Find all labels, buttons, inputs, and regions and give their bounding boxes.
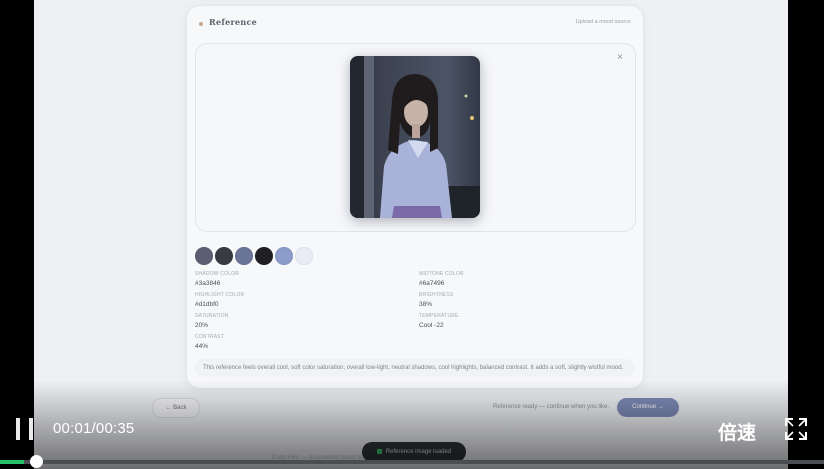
pause-icon[interactable] (16, 418, 38, 440)
card-header: Reference Upload a mood source (199, 17, 631, 31)
check-icon (376, 448, 382, 454)
stat-value: #3a3846 (195, 280, 221, 287)
stat-highlight-color: HIGHLIGHT COLOR #d1dbf0 (195, 292, 244, 308)
playback-time: 00:01/00:35 (53, 420, 135, 437)
reference-card: Reference Upload a mood source × SHADOW … (186, 5, 644, 389)
swatch-4[interactable] (255, 247, 273, 265)
title-dot-icon (199, 22, 203, 26)
stat-midtone-color: MIDTONE COLOR #6a7496 (419, 271, 464, 287)
stat-temperature: TEMPERATURE Cool -22 (419, 313, 459, 329)
swatch-6[interactable] (295, 247, 313, 265)
ready-status-text: Reference ready — continue when you like… (493, 404, 610, 410)
stat-value: #6a7496 (419, 280, 445, 287)
stat-shadow-color: SHADOW COLOR #3a3846 (195, 271, 239, 287)
stat-value: 38% (419, 301, 433, 308)
stat-label: MIDTONE COLOR (419, 271, 464, 277)
stat-label: BRIGHTNESS (419, 292, 454, 298)
reference-preview: × (195, 43, 636, 232)
stat-contrast: CONTRAST 44% (195, 334, 224, 350)
swatch-5[interactable] (275, 247, 293, 265)
toast-notification: Reference image loaded (362, 442, 466, 462)
stat-value: 20% (195, 322, 209, 329)
upload-link[interactable]: Upload a mood source (576, 19, 631, 25)
mood-note: This reference feels overall cool, soft … (195, 359, 635, 377)
progress-fill (0, 460, 24, 464)
progress-handle[interactable] (30, 455, 43, 468)
progress-track[interactable] (0, 460, 824, 464)
stat-label: TEMPERATURE (419, 313, 459, 319)
toast-text: Reference image loaded (385, 449, 452, 455)
swatch-3[interactable] (235, 247, 253, 265)
stat-label: HIGHLIGHT COLOR (195, 292, 245, 298)
stat-value: Cool -22 (419, 322, 444, 329)
continue-button[interactable]: Continue → (617, 398, 679, 417)
stat-label: SHADOW COLOR (195, 271, 240, 277)
stat-brightness: BRIGHTNESS 38% (419, 292, 454, 308)
stat-label: SATURATION (195, 313, 229, 319)
close-icon[interactable]: × (613, 51, 627, 65)
card-title: Reference (209, 17, 258, 27)
app-stage: Reference Upload a mood source × SHADOW … (34, 0, 788, 469)
speed-button[interactable]: 倍速 (718, 418, 756, 445)
swatch-2[interactable] (215, 247, 233, 265)
stat-value: 44% (195, 343, 209, 350)
fullscreen-icon[interactable] (785, 418, 807, 440)
reference-photo-art (350, 56, 480, 218)
stat-saturation: SATURATION 20% (195, 313, 228, 329)
stat-value: #d1dbf0 (195, 301, 219, 308)
stat-label: CONTRAST (195, 334, 225, 340)
swatch-1[interactable] (195, 247, 213, 265)
reference-photo (350, 56, 480, 218)
back-button[interactable]: ← Back (152, 398, 200, 418)
